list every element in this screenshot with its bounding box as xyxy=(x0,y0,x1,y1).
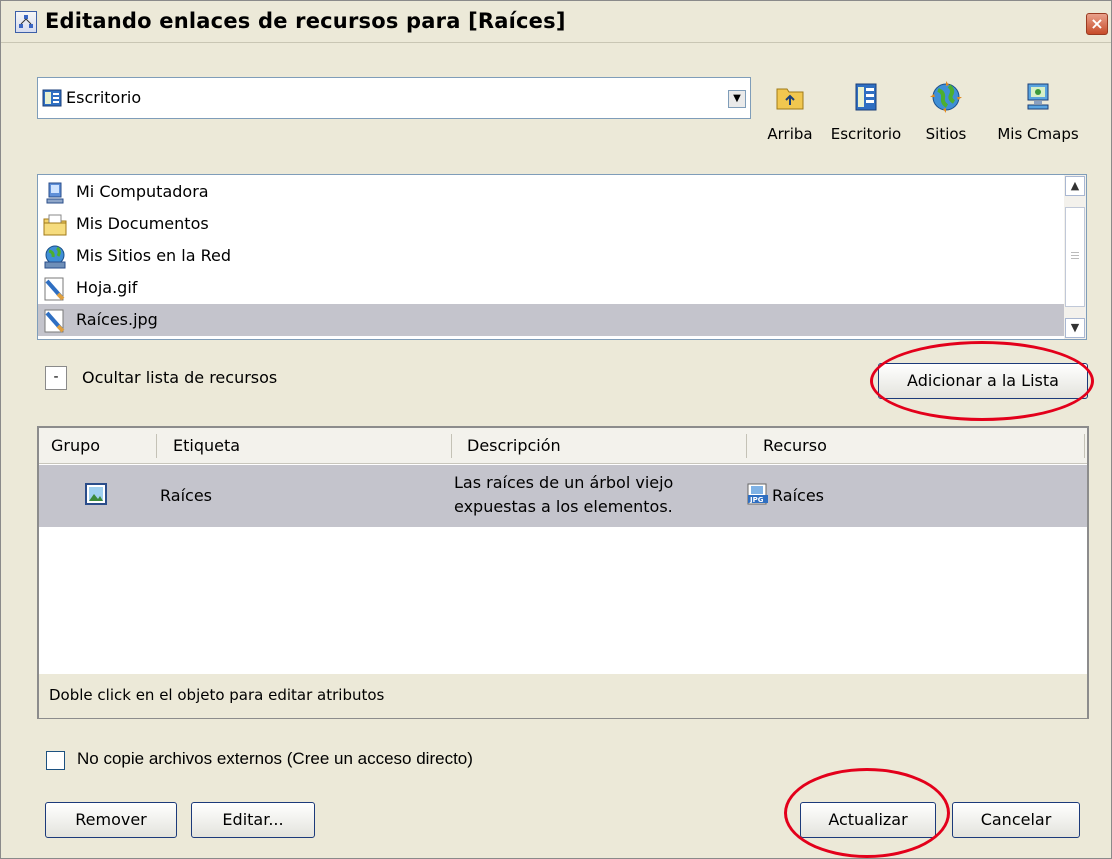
chevron-down-icon[interactable]: ▼ xyxy=(728,90,746,108)
list-item[interactable]: Hoja.gif xyxy=(38,272,1064,304)
table-header: Grupo Etiqueta Descripción Recurso xyxy=(39,428,1087,464)
desktop-icon xyxy=(42,88,62,112)
list-item[interactable]: Mi Computadora xyxy=(38,176,1064,208)
add-to-list-button[interactable]: Adicionar a la Lista xyxy=(878,363,1088,399)
documents-folder-icon xyxy=(43,214,67,236)
sites-label: Sitios xyxy=(925,125,967,143)
desktop-label: Escritorio xyxy=(830,125,902,143)
row-description-line2: expuestas a los elementos. xyxy=(454,497,673,516)
file-list-scrollbar[interactable]: ▲ ▼ xyxy=(1064,175,1086,339)
column-header-description[interactable]: Descripción xyxy=(467,436,561,455)
update-label: Actualizar xyxy=(828,810,908,829)
image-group-icon xyxy=(85,483,107,509)
location-value: Escritorio xyxy=(66,88,142,107)
column-header-label[interactable]: Etiqueta xyxy=(173,436,240,455)
add-to-list-label: Adicionar a la Lista xyxy=(907,371,1059,390)
list-item[interactable]: Mis Documentos xyxy=(38,208,1064,240)
cancel-button[interactable]: Cancelar xyxy=(952,802,1080,838)
file-name: Mis Sitios en la Red xyxy=(76,246,232,265)
location-dropdown[interactable]: Escritorio ▼ xyxy=(37,77,751,119)
hide-resource-list-toggle[interactable]: - xyxy=(45,366,67,390)
my-cmaps-label: Mis Cmaps xyxy=(997,125,1079,143)
computer-icon xyxy=(1027,83,1049,110)
row-resource: Raíces xyxy=(772,486,824,505)
file-list[interactable]: Mi Computadora Mis Documentos Mis Sitios… xyxy=(37,174,1087,340)
row-description: Las raíces de un árbol viejo expuestas a… xyxy=(454,471,673,519)
hide-resource-list-label: Ocultar lista de recursos xyxy=(82,368,278,387)
dialog-title: Editando enlaces de recursos para [Raíce… xyxy=(45,9,566,33)
edit-button[interactable]: Editar... xyxy=(191,802,315,838)
my-cmaps-button[interactable]: Mis Cmaps xyxy=(989,77,1087,143)
no-copy-checkbox-label[interactable]: No copie archivos externos (Cree un acce… xyxy=(77,749,473,769)
file-name: Hoja.gif xyxy=(76,278,138,297)
row-label: Raíces xyxy=(160,486,212,505)
file-name: Mis Documentos xyxy=(76,214,209,233)
close-button[interactable]: × xyxy=(1086,13,1108,35)
network-globe-icon xyxy=(44,245,66,269)
svg-text:JPG: JPG xyxy=(749,496,764,504)
up-button[interactable]: Arriba xyxy=(759,77,821,143)
folder-up-icon xyxy=(776,88,804,110)
remove-button[interactable]: Remover xyxy=(45,802,177,838)
table-hint-text: Doble click en el objeto para editar atr… xyxy=(49,686,385,704)
sites-button[interactable]: Sitios xyxy=(915,77,977,143)
desktop-icon xyxy=(855,83,877,111)
image-file-icon xyxy=(44,309,65,333)
update-button[interactable]: Actualizar xyxy=(800,802,936,838)
table-row[interactable]: Raíces Las raíces de un árbol viejo expu… xyxy=(39,465,1087,527)
jpg-file-icon: JPG xyxy=(747,483,769,509)
globe-icon xyxy=(930,81,962,113)
resources-table[interactable]: Grupo Etiqueta Descripción Recurso Raíce… xyxy=(37,426,1089,719)
cmap-app-icon xyxy=(15,11,37,33)
edit-label: Editar... xyxy=(222,810,284,829)
scroll-down-icon[interactable]: ▼ xyxy=(1065,318,1085,338)
scroll-thumb[interactable] xyxy=(1065,207,1085,307)
scroll-up-icon[interactable]: ▲ xyxy=(1065,176,1085,196)
image-file-icon xyxy=(44,277,65,301)
file-name: Raíces.jpg xyxy=(76,310,158,329)
title-bar[interactable]: Editando enlaces de recursos para [Raíce… xyxy=(1,1,1111,43)
column-header-resource[interactable]: Recurso xyxy=(763,436,827,455)
list-item[interactable]: Mis Sitios en la Red xyxy=(38,240,1064,272)
close-icon: × xyxy=(1090,14,1104,33)
up-label: Arriba xyxy=(767,125,813,143)
file-name: Mi Computadora xyxy=(76,182,209,201)
cancel-label: Cancelar xyxy=(980,810,1052,829)
desktop-button[interactable]: Escritorio xyxy=(823,77,909,143)
no-copy-checkbox[interactable] xyxy=(46,751,65,770)
row-description-line1: Las raíces de un árbol viejo xyxy=(454,473,674,492)
remove-label: Remover xyxy=(75,810,147,829)
column-header-group[interactable]: Grupo xyxy=(51,436,100,455)
table-hint-bar: Doble click en el objeto para editar atr… xyxy=(39,674,1087,718)
resource-links-dialog: Editando enlaces de recursos para [Raíce… xyxy=(0,0,1112,859)
collapse-icon: - xyxy=(53,369,59,385)
computer-icon xyxy=(46,182,64,204)
list-item-selected[interactable]: Raíces.jpg xyxy=(38,304,1064,336)
